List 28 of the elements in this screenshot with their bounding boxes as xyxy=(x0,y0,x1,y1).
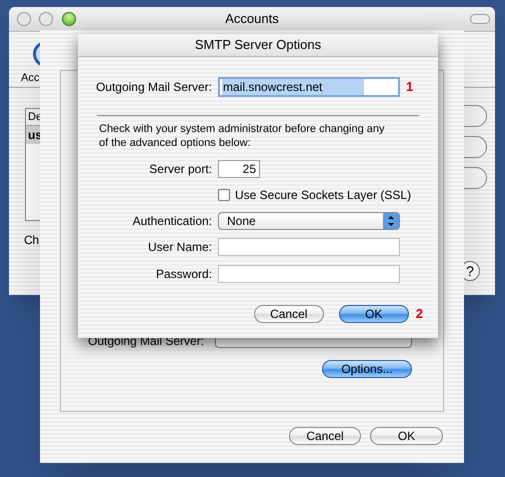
cancel-button[interactable]: Cancel xyxy=(254,304,324,323)
cancel-button[interactable]: Cancel xyxy=(289,427,361,445)
field-label: User Name: xyxy=(146,239,212,256)
field-label: Password: xyxy=(154,266,212,283)
callout-number: 2 xyxy=(416,305,423,323)
field-label: Server port: xyxy=(148,161,212,178)
callout-number: 1 xyxy=(406,78,414,96)
ok-button[interactable]: OK xyxy=(370,427,443,445)
options-button[interactable]: Options... xyxy=(322,360,412,378)
field-label: Authentication: xyxy=(132,213,212,230)
server-field[interactable]: mail.snowcrest.net xyxy=(218,77,400,97)
ok-button[interactable]: OK xyxy=(338,304,409,323)
instructions-text: Check with your system administrator before changing any of the advanced options below: xyxy=(98,122,386,150)
user-name-field[interactable] xyxy=(218,238,400,256)
minimize-button[interactable] xyxy=(39,12,53,26)
body-text: Ch xyxy=(24,232,39,249)
zoom-button[interactable] xyxy=(62,12,76,26)
toolbar-label[interactable]: Acc xyxy=(21,70,40,86)
password-field[interactable] xyxy=(218,265,400,283)
close-button[interactable] xyxy=(17,12,31,26)
window-title: Accounts xyxy=(225,10,279,28)
toolbar-toggle-button[interactable] xyxy=(470,14,490,24)
ssl-checkbox[interactable]: Use Secure Sockets Layer (SSL) xyxy=(218,186,412,204)
popup-arrows-icon xyxy=(383,213,399,229)
sheet-title: SMTP Server Options xyxy=(194,36,322,54)
authentication-popup[interactable]: None xyxy=(218,212,400,230)
field-label: Outgoing Mail Server: xyxy=(94,79,212,96)
port-field[interactable]: 25 xyxy=(218,160,260,178)
